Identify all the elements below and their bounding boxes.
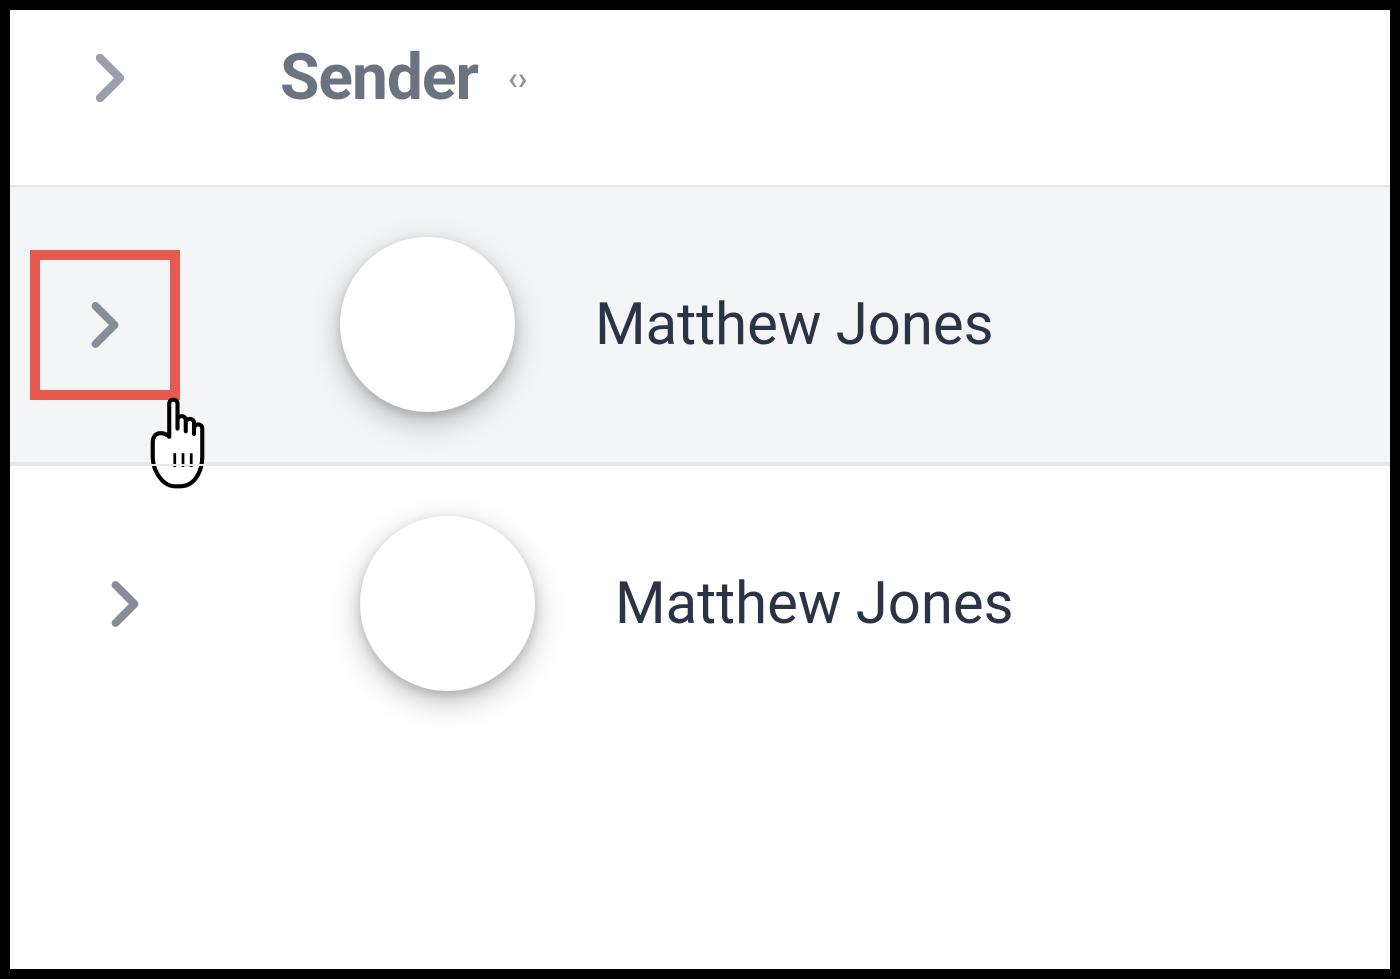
sender-name: Matthew Jones — [595, 291, 994, 359]
column-header[interactable]: Sender ‹› — [10, 10, 1390, 185]
column-header-label: Sender — [280, 40, 478, 115]
sort-icon[interactable]: ‹› — [508, 59, 528, 97]
expand-row-button[interactable] — [30, 250, 180, 400]
avatar — [360, 516, 535, 691]
table-frame: Sender ‹› Matthew Jones — [0, 0, 1400, 979]
sender-name: Matthew Jones — [615, 570, 1014, 638]
table-row[interactable]: Matthew Jones — [10, 464, 1390, 741]
chevron-right-icon — [106, 575, 144, 633]
column-header-label-wrap[interactable]: Sender ‹› — [280, 40, 527, 115]
avatar — [340, 237, 515, 412]
chevron-right-icon — [86, 296, 124, 354]
expand-all-chevron-icon[interactable] — [90, 48, 130, 108]
expand-row-button[interactable] — [50, 529, 200, 679]
table-row[interactable]: Matthew Jones — [10, 185, 1390, 464]
